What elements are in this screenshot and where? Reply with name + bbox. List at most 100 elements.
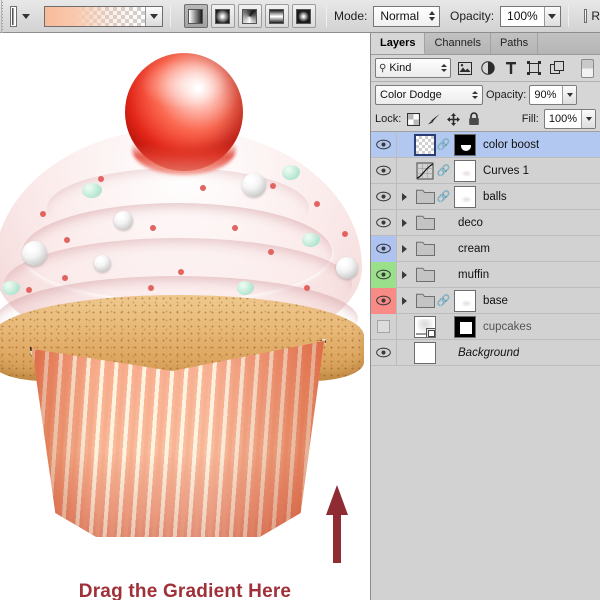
reverse-checkbox[interactable]: [583, 9, 588, 23]
chevron-down-icon[interactable]: [21, 13, 30, 19]
layer-thumbnail[interactable]: [414, 160, 436, 182]
layer-thumbnail[interactable]: [414, 133, 436, 156]
layer-row-cream[interactable]: cream: [371, 235, 600, 262]
layer-visibility-toggle[interactable]: [371, 183, 397, 210]
layer-mask-thumbnail[interactable]: [454, 133, 476, 156]
layer-group-folder-icon[interactable]: [414, 238, 436, 260]
group-disclosure-cell[interactable]: [397, 244, 411, 253]
gradient-editor-swatch[interactable]: [43, 5, 163, 27]
group-disclosure-cell[interactable]: [397, 270, 411, 279]
chevron-right-icon[interactable]: [401, 192, 407, 201]
chevron-right-icon[interactable]: [401, 270, 407, 279]
layer-visibility-toggle[interactable]: [371, 132, 397, 158]
layer-mask-thumbnail[interactable]: [454, 159, 476, 182]
stepper-icon[interactable]: [472, 90, 478, 99]
layer-opacity-dropdown-button[interactable]: [562, 85, 577, 104]
diamond-gradient-button[interactable]: [291, 4, 316, 28]
layer-visibility-toggle[interactable]: [371, 157, 397, 184]
adjustment-layer-filter-icon[interactable]: [478, 59, 497, 78]
layer-group-folder-icon[interactable]: [414, 290, 436, 312]
lock-image-pixels-icon[interactable]: [426, 112, 441, 127]
visibility-icon: [376, 347, 391, 358]
layer-visibility-toggle[interactable]: [371, 287, 397, 314]
angle-gradient-button[interactable]: [237, 4, 262, 28]
lock-transparency-icon[interactable]: [406, 112, 421, 127]
layer-opacity-input[interactable]: 90%: [529, 84, 578, 105]
red-sprinkle: [342, 231, 348, 237]
radial-gradient-button[interactable]: [210, 4, 235, 28]
layer-blend-mode-select[interactable]: Color Dodge: [375, 84, 483, 105]
layer-mask-thumbnail[interactable]: [454, 289, 476, 312]
link-icon[interactable]: 🔗: [437, 164, 451, 177]
layer-visibility-toggle[interactable]: [371, 261, 397, 288]
opacity-input[interactable]: 100%: [500, 5, 561, 27]
fill-input[interactable]: 100%: [543, 109, 596, 129]
link-icon[interactable]: 🔗: [437, 138, 451, 151]
layer-row-cupcakes[interactable]: cupcakes: [371, 313, 600, 340]
chevron-right-icon[interactable]: [401, 296, 407, 305]
layer-row-color-boost[interactable]: 🔗 color boost: [371, 132, 600, 158]
blend-mode-select[interactable]: Normal: [373, 5, 441, 27]
group-disclosure-cell[interactable]: [397, 192, 411, 201]
gradient-preset-swatch[interactable]: [10, 5, 17, 27]
folder-icon: [415, 293, 435, 308]
mask-shape: [461, 169, 472, 177]
layer-row-deco[interactable]: deco: [371, 209, 600, 236]
link-icon[interactable]: 🔗: [437, 190, 451, 203]
type-layer-filter-icon[interactable]: [501, 59, 520, 78]
reflected-gradient-icon: [269, 8, 285, 24]
visibility-off-icon: [377, 320, 390, 333]
fill-label: Fill:: [521, 113, 539, 125]
lock-position-icon[interactable]: [446, 112, 461, 127]
link-icon[interactable]: 🔗: [437, 294, 451, 307]
layer-group-folder-icon[interactable]: [414, 264, 436, 286]
opacity-dropdown-button[interactable]: [543, 6, 560, 26]
gradient-picker-button[interactable]: [144, 6, 162, 26]
transparency-checker: [416, 135, 434, 154]
tab-paths[interactable]: Paths: [490, 33, 539, 54]
group-disclosure-cell[interactable]: [397, 218, 411, 227]
red-sprinkle: [314, 201, 320, 207]
opacity-label: Opacity:: [450, 9, 495, 23]
layer-visibility-toggle[interactable]: [371, 339, 397, 366]
chevron-right-icon[interactable]: [401, 218, 407, 227]
chevron-right-icon[interactable]: [401, 244, 407, 253]
lock-all-icon[interactable]: [466, 112, 481, 127]
linear-gradient-icon: [188, 8, 204, 24]
layer-visibility-toggle[interactable]: [371, 313, 397, 340]
layer-row-base[interactable]: 🔗 base: [371, 287, 600, 314]
options-bar-grip[interactable]: [0, 0, 3, 33]
linear-gradient-button[interactable]: [183, 4, 208, 28]
document-canvas[interactable]: Drag the Gradient Here: [0, 33, 370, 600]
photoshop-window: Mode: Normal Opacity: 100% R Drag the Gr…: [0, 0, 600, 600]
stepper-icon[interactable]: [425, 11, 439, 21]
group-disclosure-cell[interactable]: [397, 296, 411, 305]
layer-visibility-toggle[interactable]: [371, 235, 397, 262]
layer-visibility-toggle[interactable]: [371, 209, 397, 236]
layer-group-folder-icon[interactable]: [414, 212, 436, 234]
layer-row-background[interactable]: Background: [371, 339, 600, 366]
fill-dropdown-button[interactable]: [581, 110, 595, 128]
visibility-icon: [376, 295, 391, 306]
smart-object-filter-icon[interactable]: [547, 59, 566, 78]
layer-row-balls[interactable]: 🔗 balls: [371, 183, 600, 210]
layer-mask-thumbnail[interactable]: [454, 315, 476, 338]
stepper-icon[interactable]: [441, 64, 447, 72]
reflected-gradient-button[interactable]: [264, 4, 289, 28]
tab-channels[interactable]: Channels: [425, 33, 491, 54]
lock-label: Lock:: [375, 113, 402, 125]
layer-row-muffin[interactable]: muffin: [371, 261, 600, 288]
tab-layers[interactable]: Layers: [371, 33, 426, 54]
layer-group-folder-icon[interactable]: [414, 186, 436, 208]
filter-kind-select[interactable]: ⚲ Kind: [375, 58, 451, 78]
pearl-sprinkle: [114, 211, 133, 230]
pixel-layer-filter-icon[interactable]: [455, 59, 474, 78]
layer-thumbnail[interactable]: [414, 315, 436, 338]
layer-thumbnail[interactable]: [414, 341, 436, 364]
shape-layer-filter-icon[interactable]: [524, 59, 543, 78]
red-sprinkle: [62, 275, 68, 281]
layer-mask-thumbnail[interactable]: [454, 185, 476, 208]
layer-row-curves-1[interactable]: 🔗 Curves 1: [371, 157, 600, 184]
filter-toggle-switch[interactable]: [581, 58, 594, 78]
layers-list[interactable]: 🔗 color boost 🔗 Curves 1 🔗 balls deco cream muff…: [371, 132, 600, 600]
